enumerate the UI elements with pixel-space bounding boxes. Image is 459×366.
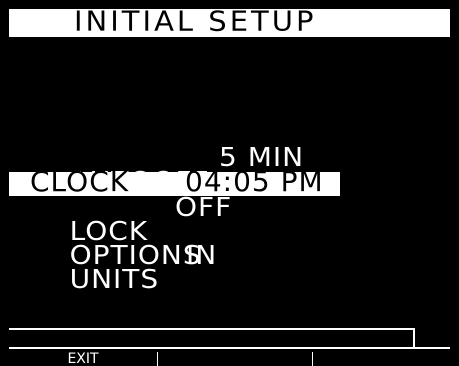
menu-item-label: UNITS xyxy=(69,264,160,295)
menu-item-options[interactable]: OPTIONS xyxy=(30,220,202,269)
menu-item-lock[interactable]: LOCK OFF xyxy=(30,195,232,245)
menu-item-value: OFF xyxy=(175,192,233,223)
menu-item-label: CLOCK xyxy=(30,165,130,198)
menu-item-units[interactable]: UNITS IN xyxy=(30,243,217,293)
softkey-2[interactable] xyxy=(158,352,312,366)
menu-item-value: 04:05 PM xyxy=(185,165,324,198)
softkey-exit[interactable]: EXIT xyxy=(9,352,157,366)
menu-item-value: IN xyxy=(186,240,218,271)
softkey-bar-border xyxy=(9,347,450,349)
device-screen: INITIAL SETUP AUTOOFF 5 MIN CLOCK 04:05 … xyxy=(0,0,459,366)
status-bar-right-border xyxy=(413,328,415,349)
softkey-3[interactable] xyxy=(313,352,450,366)
title-bar: INITIAL SETUP xyxy=(9,5,450,38)
status-bar-top-border xyxy=(9,328,413,330)
page-title: INITIAL SETUP xyxy=(74,5,317,38)
